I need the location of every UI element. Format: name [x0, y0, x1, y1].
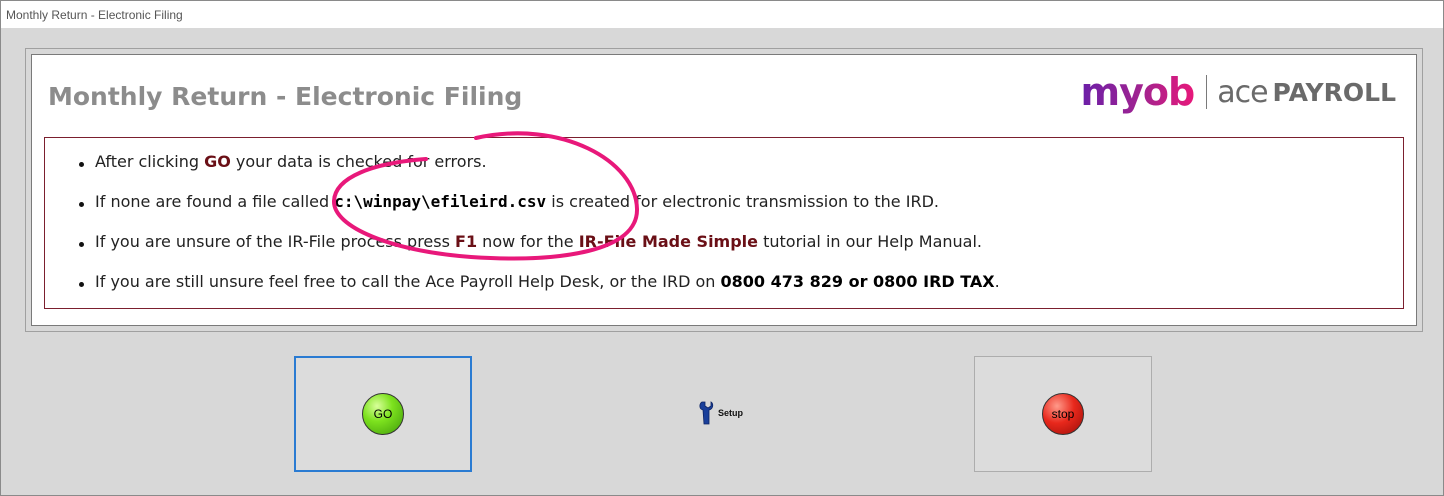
instructions-box: After clicking GO your data is checked f…: [44, 137, 1404, 309]
window-titlebar[interactable]: Monthly Return - Electronic Filing: [1, 1, 1443, 28]
instruction-text: If none are found a file called: [95, 192, 335, 211]
f1-keyword: F1: [455, 232, 478, 251]
stop-button[interactable]: stop: [974, 356, 1152, 472]
setup-label: Setup: [718, 408, 744, 418]
window-title: Monthly Return - Electronic Filing: [6, 8, 183, 22]
instruction-text: your data is checked for errors.: [230, 152, 487, 171]
page-title: Monthly Return - Electronic Filing: [48, 82, 523, 111]
go-keyword: GO: [204, 152, 231, 171]
go-button[interactable]: GO: [294, 356, 472, 472]
setup-button[interactable]: Setup: [698, 400, 743, 426]
instruction-item: If none are found a file called c:\winpa…: [45, 182, 1403, 222]
instruction-text: is created for electronic transmission t…: [546, 192, 939, 211]
logo-product-light: ace: [1217, 74, 1268, 110]
logo-divider: [1206, 75, 1208, 109]
app-window: Monthly Return - Electronic Filing Month…: [0, 0, 1444, 496]
instructions-list: After clicking GO your data is checked f…: [45, 142, 1403, 302]
instruction-text: .: [994, 272, 1000, 291]
stop-button-label: stop: [1051, 407, 1075, 421]
instruction-text: After clicking: [95, 152, 205, 171]
instruction-text: If you are unsure of the IR-File process…: [95, 232, 456, 251]
bullet-icon: [79, 282, 84, 287]
info-panel-frame: Monthly Return - Electronic Filing myob …: [25, 48, 1423, 332]
instruction-text: If you are still unsure feel free to cal…: [95, 272, 721, 291]
go-button-label: GO: [373, 407, 393, 421]
wrench-icon: [699, 401, 714, 425]
logo-brand: myob: [1080, 70, 1196, 114]
file-path: c:\winpay\efileird.csv: [334, 192, 547, 211]
ird-phone: 0800 473 829 or 0800 IRD TAX: [720, 272, 995, 291]
logo-product-bold: PAYROLL: [1272, 77, 1396, 107]
stop-circle-icon: stop: [1042, 393, 1084, 435]
instruction-item: If you are still unsure feel free to cal…: [45, 262, 1403, 302]
bullet-icon: [79, 242, 84, 247]
tutorial-name: IR-File Made Simple: [578, 232, 759, 251]
instruction-text: tutorial in our Help Manual.: [758, 232, 982, 251]
instruction-text: now for the: [477, 232, 579, 251]
myob-ace-payroll-logo: myob ace PAYROLL: [1081, 67, 1396, 117]
go-circle-icon: GO: [362, 393, 404, 435]
bullet-icon: [79, 202, 84, 207]
instruction-item: After clicking GO your data is checked f…: [45, 142, 1403, 182]
instruction-item: If you are unsure of the IR-File process…: [45, 222, 1403, 262]
info-panel: Monthly Return - Electronic Filing myob …: [31, 54, 1417, 326]
bullet-icon: [79, 162, 84, 167]
